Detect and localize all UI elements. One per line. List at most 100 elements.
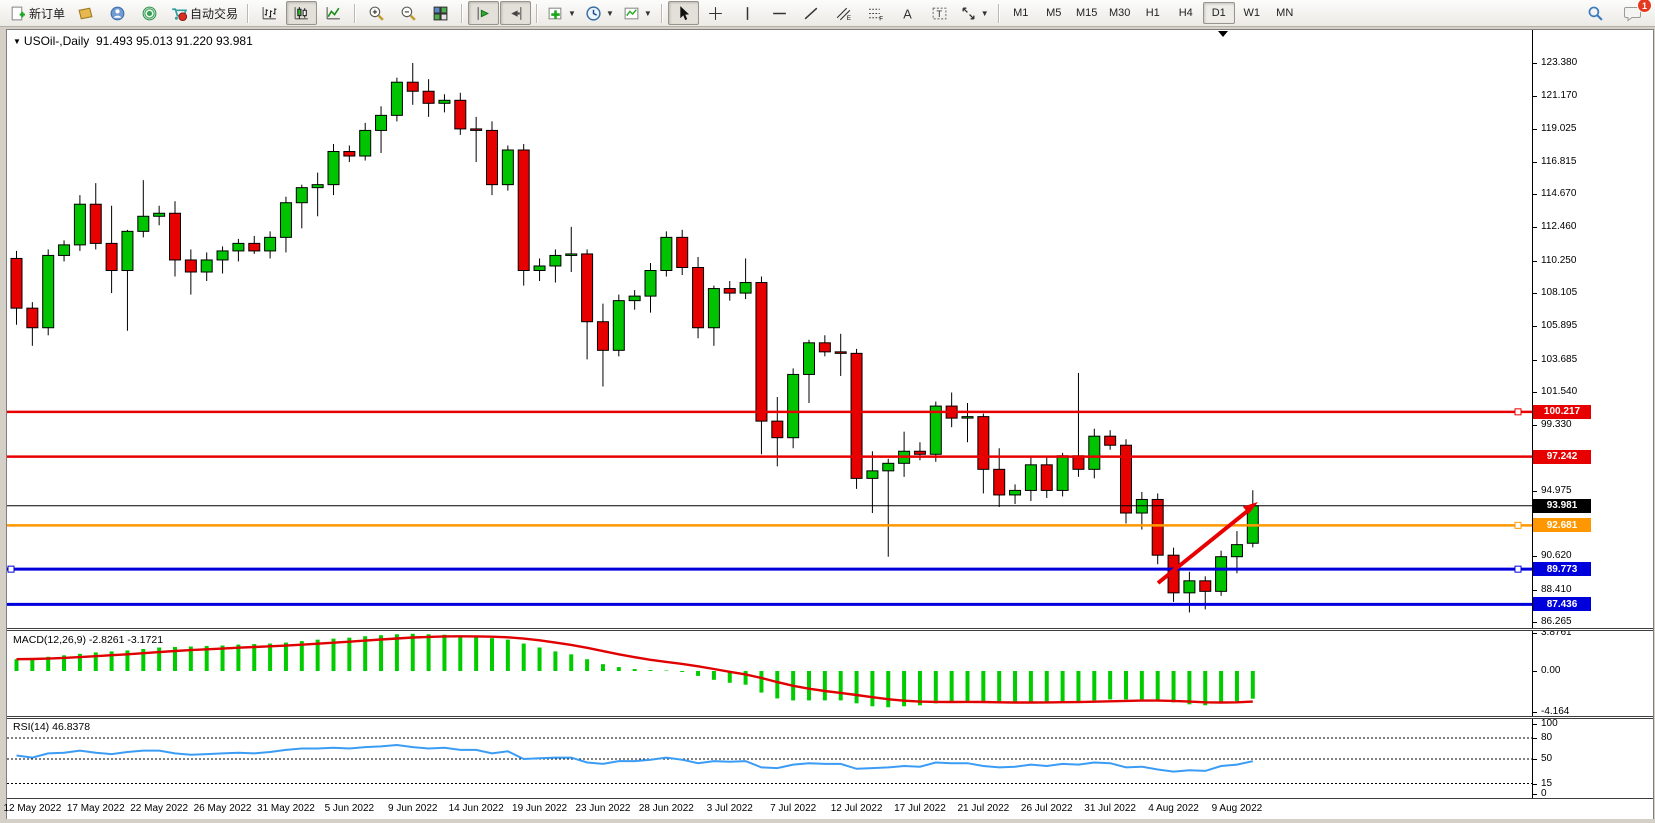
navigator-button[interactable]: [102, 1, 133, 25]
timeframe-m5-button[interactable]: M5: [1038, 2, 1070, 24]
bull-candle: [280, 203, 291, 238]
macd-main-value: -2.8261: [89, 634, 125, 646]
auto-scroll-button[interactable]: [468, 1, 499, 25]
panel-separator[interactable]: [7, 628, 1653, 631]
indicators-button[interactable]: ▼: [543, 1, 580, 25]
toolbar: 新订单 自动交易 ▼ ▼ ▼ EFAT ▼ M1M5M15M30H1H4D1W1MN 1: [0, 0, 1655, 27]
crosshair-button[interactable]: [700, 1, 731, 25]
zoom-in-button[interactable]: [361, 1, 392, 25]
price-axis[interactable]: 123.380121.170119.025116.815114.670112.4…: [1533, 30, 1652, 798]
price-line-badge: 97.242: [1533, 450, 1591, 464]
bear-candle: [90, 204, 101, 243]
chart-line-button[interactable]: [318, 1, 349, 25]
notification-badge: 1: [1637, 0, 1652, 13]
symbol-period-label: USOil-,Daily: [24, 34, 89, 48]
bear-candle: [772, 421, 783, 438]
dropdown-arrow-icon[interactable]: ▼: [606, 9, 614, 18]
trendline-button[interactable]: [796, 1, 827, 25]
trend-arrow-object[interactable]: [1158, 502, 1258, 583]
chart-candles-button[interactable]: [286, 1, 317, 25]
arrows-button[interactable]: ▼: [956, 1, 993, 25]
chart-bars-button[interactable]: [254, 1, 285, 25]
bull-candle: [550, 255, 561, 266]
timeframe-d1-button[interactable]: D1: [1203, 2, 1235, 24]
price-axis-label: 119.025: [1541, 123, 1576, 134]
rsi-plot[interactable]: [7, 719, 1532, 798]
bull-candle: [122, 231, 133, 270]
timeframe-h4-button[interactable]: H4: [1170, 2, 1202, 24]
horizontal-line-objects[interactable]: [7, 409, 1532, 605]
template-icon: [623, 5, 640, 22]
macd-axis-label: 0.00: [1541, 665, 1560, 676]
date-axis[interactable]: 12 May 202217 May 202222 May 202226 May …: [7, 798, 1653, 819]
price-axis-label: 88.410: [1541, 584, 1572, 595]
timeframe-m15-button[interactable]: M15: [1071, 2, 1103, 24]
tile-windows-button[interactable]: [425, 1, 456, 25]
axis-tick: [1533, 293, 1537, 294]
chart-shift-icon: [507, 5, 524, 22]
symbol-dropdown-icon[interactable]: ▼: [13, 37, 21, 46]
chart-shift-button[interactable]: [500, 1, 531, 25]
rsi-axis-label: 100: [1541, 718, 1558, 729]
templates-button[interactable]: ▼: [619, 1, 656, 25]
timeframe-mn-button[interactable]: MN: [1269, 2, 1301, 24]
toolbar-separator: [998, 4, 1000, 23]
cursor-button[interactable]: [668, 1, 699, 25]
axis-tick: [1533, 671, 1537, 672]
chart-shift-marker[interactable]: [1218, 31, 1228, 37]
panel-separator[interactable]: [7, 716, 1653, 719]
autotrading-button[interactable]: 自动交易: [166, 1, 242, 25]
axis-tick: [1533, 129, 1537, 130]
horizontal-line-button[interactable]: [764, 1, 795, 25]
bull-candle: [360, 130, 371, 156]
bear-candle: [423, 91, 434, 103]
macd-plot[interactable]: [7, 631, 1532, 717]
text-label-button[interactable]: T: [924, 1, 955, 25]
bear-candle: [1121, 445, 1132, 513]
line-handle[interactable]: [1515, 409, 1521, 415]
bear-candle: [518, 150, 529, 271]
axis-tick: [1533, 759, 1537, 760]
dropdown-arrow-icon[interactable]: ▼: [568, 9, 576, 18]
bull-candle: [312, 185, 323, 188]
text-button[interactable]: A: [892, 1, 923, 25]
fibonacci-button[interactable]: F: [860, 1, 891, 25]
equidistant-channel-button[interactable]: E: [828, 1, 859, 25]
navigator-icon: [109, 5, 126, 22]
clock-icon: [585, 5, 602, 22]
timeframe-m1-button[interactable]: M1: [1005, 2, 1037, 24]
timeframe-m30-button[interactable]: M30: [1104, 2, 1136, 24]
periods-button[interactable]: ▼: [581, 1, 618, 25]
new-order-button[interactable]: 新订单: [5, 1, 69, 25]
bull-candle: [788, 374, 799, 437]
chat-button[interactable]: 1: [1617, 1, 1648, 25]
search-button[interactable]: [1580, 1, 1611, 25]
rsi-axis-label: 50: [1541, 753, 1552, 764]
bull-candle: [804, 343, 815, 375]
zoom-out-button[interactable]: [393, 1, 424, 25]
candlestick-plot[interactable]: [7, 30, 1532, 628]
dropdown-arrow-icon[interactable]: ▼: [981, 9, 989, 18]
axis-tick: [1533, 556, 1537, 557]
toolbar-separator: [461, 4, 463, 23]
vertical-line-button[interactable]: [732, 1, 763, 25]
bear-candle: [344, 152, 355, 157]
line-handle[interactable]: [1515, 522, 1521, 528]
timeframe-h1-button[interactable]: H1: [1137, 2, 1169, 24]
dropdown-arrow-icon[interactable]: ▼: [644, 9, 652, 18]
bull-candle: [613, 301, 624, 351]
chart-window[interactable]: ▼USOil-,Daily 91.493 95.013 91.220 93.98…: [6, 29, 1654, 819]
bars-chart-icon: [261, 5, 278, 22]
bull-candle: [566, 254, 577, 256]
line-handle[interactable]: [1515, 566, 1521, 572]
line-handle[interactable]: [8, 566, 14, 572]
price-axis-label: 99.330: [1541, 419, 1572, 430]
timeframe-w1-button[interactable]: W1: [1236, 2, 1268, 24]
rsi-axis-label: 15: [1541, 778, 1552, 789]
current-price-badge: 93.981: [1533, 499, 1591, 513]
bear-candle: [914, 451, 925, 454]
market-watch-button[interactable]: [70, 1, 101, 25]
price-axis-label: 121.170: [1541, 90, 1577, 101]
axis-tick: [1533, 63, 1537, 64]
signals-button[interactable]: [134, 1, 165, 25]
